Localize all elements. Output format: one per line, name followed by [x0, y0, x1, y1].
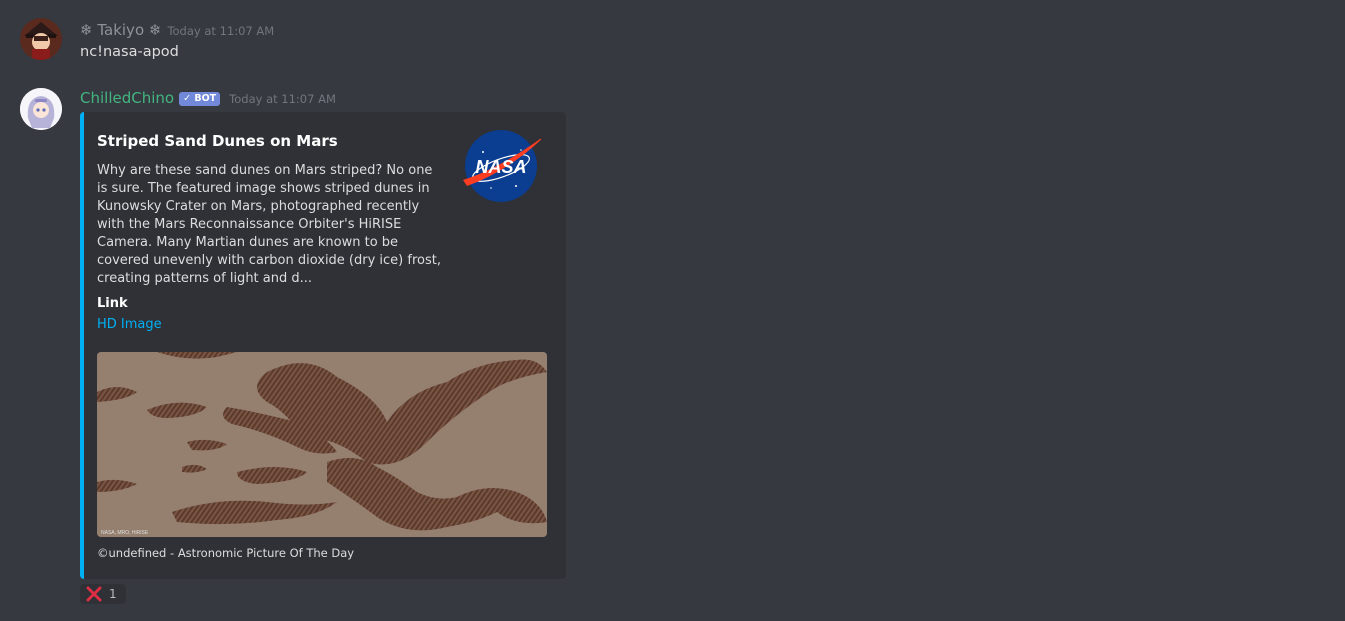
- embed-image-mars-dunes[interactable]: NASA, MRO, HiRISE: [97, 352, 547, 537]
- timestamp: Today at 11:07 AM: [229, 92, 336, 106]
- reaction-count: 1: [109, 587, 117, 601]
- image-credit-text: NASA, MRO, HiRISE: [101, 530, 149, 536]
- author-line: ChilledChino ✓ BOT Today at 11:07 AM: [80, 88, 336, 107]
- reaction-cross-mark[interactable]: 1: [80, 584, 126, 604]
- embed-accent-bar: [80, 112, 84, 579]
- cross-mark-icon: [86, 586, 102, 602]
- message-content: nc!nasa-apod: [80, 44, 179, 60]
- username[interactable]: ❄ Takiyo ❄: [80, 21, 161, 39]
- author-line: ❄ Takiyo ❄ Today at 11:07 AM: [80, 20, 274, 39]
- embed-field-name: Link: [97, 296, 128, 311]
- nasa-logo-text: NASA: [475, 157, 526, 177]
- username[interactable]: ChilledChino: [80, 89, 174, 107]
- avatar-chilledchino[interactable]: [20, 88, 62, 130]
- nasa-logo-thumbnail[interactable]: NASA: [461, 128, 547, 208]
- bot-tag-badge: ✓ BOT: [179, 92, 221, 106]
- rich-embed: Striped Sand Dunes on Mars Why are these…: [80, 112, 566, 579]
- hd-image-link[interactable]: HD Image: [97, 317, 162, 332]
- timestamp: Today at 11:07 AM: [167, 24, 275, 38]
- avatar-takiyo[interactable]: [20, 18, 62, 60]
- embed-footer: ©undefined - Astronomic Picture Of The D…: [97, 546, 355, 560]
- embed-title: Striped Sand Dunes on Mars: [97, 132, 338, 150]
- embed-description: Why are these sand dunes on Mars striped…: [97, 163, 441, 286]
